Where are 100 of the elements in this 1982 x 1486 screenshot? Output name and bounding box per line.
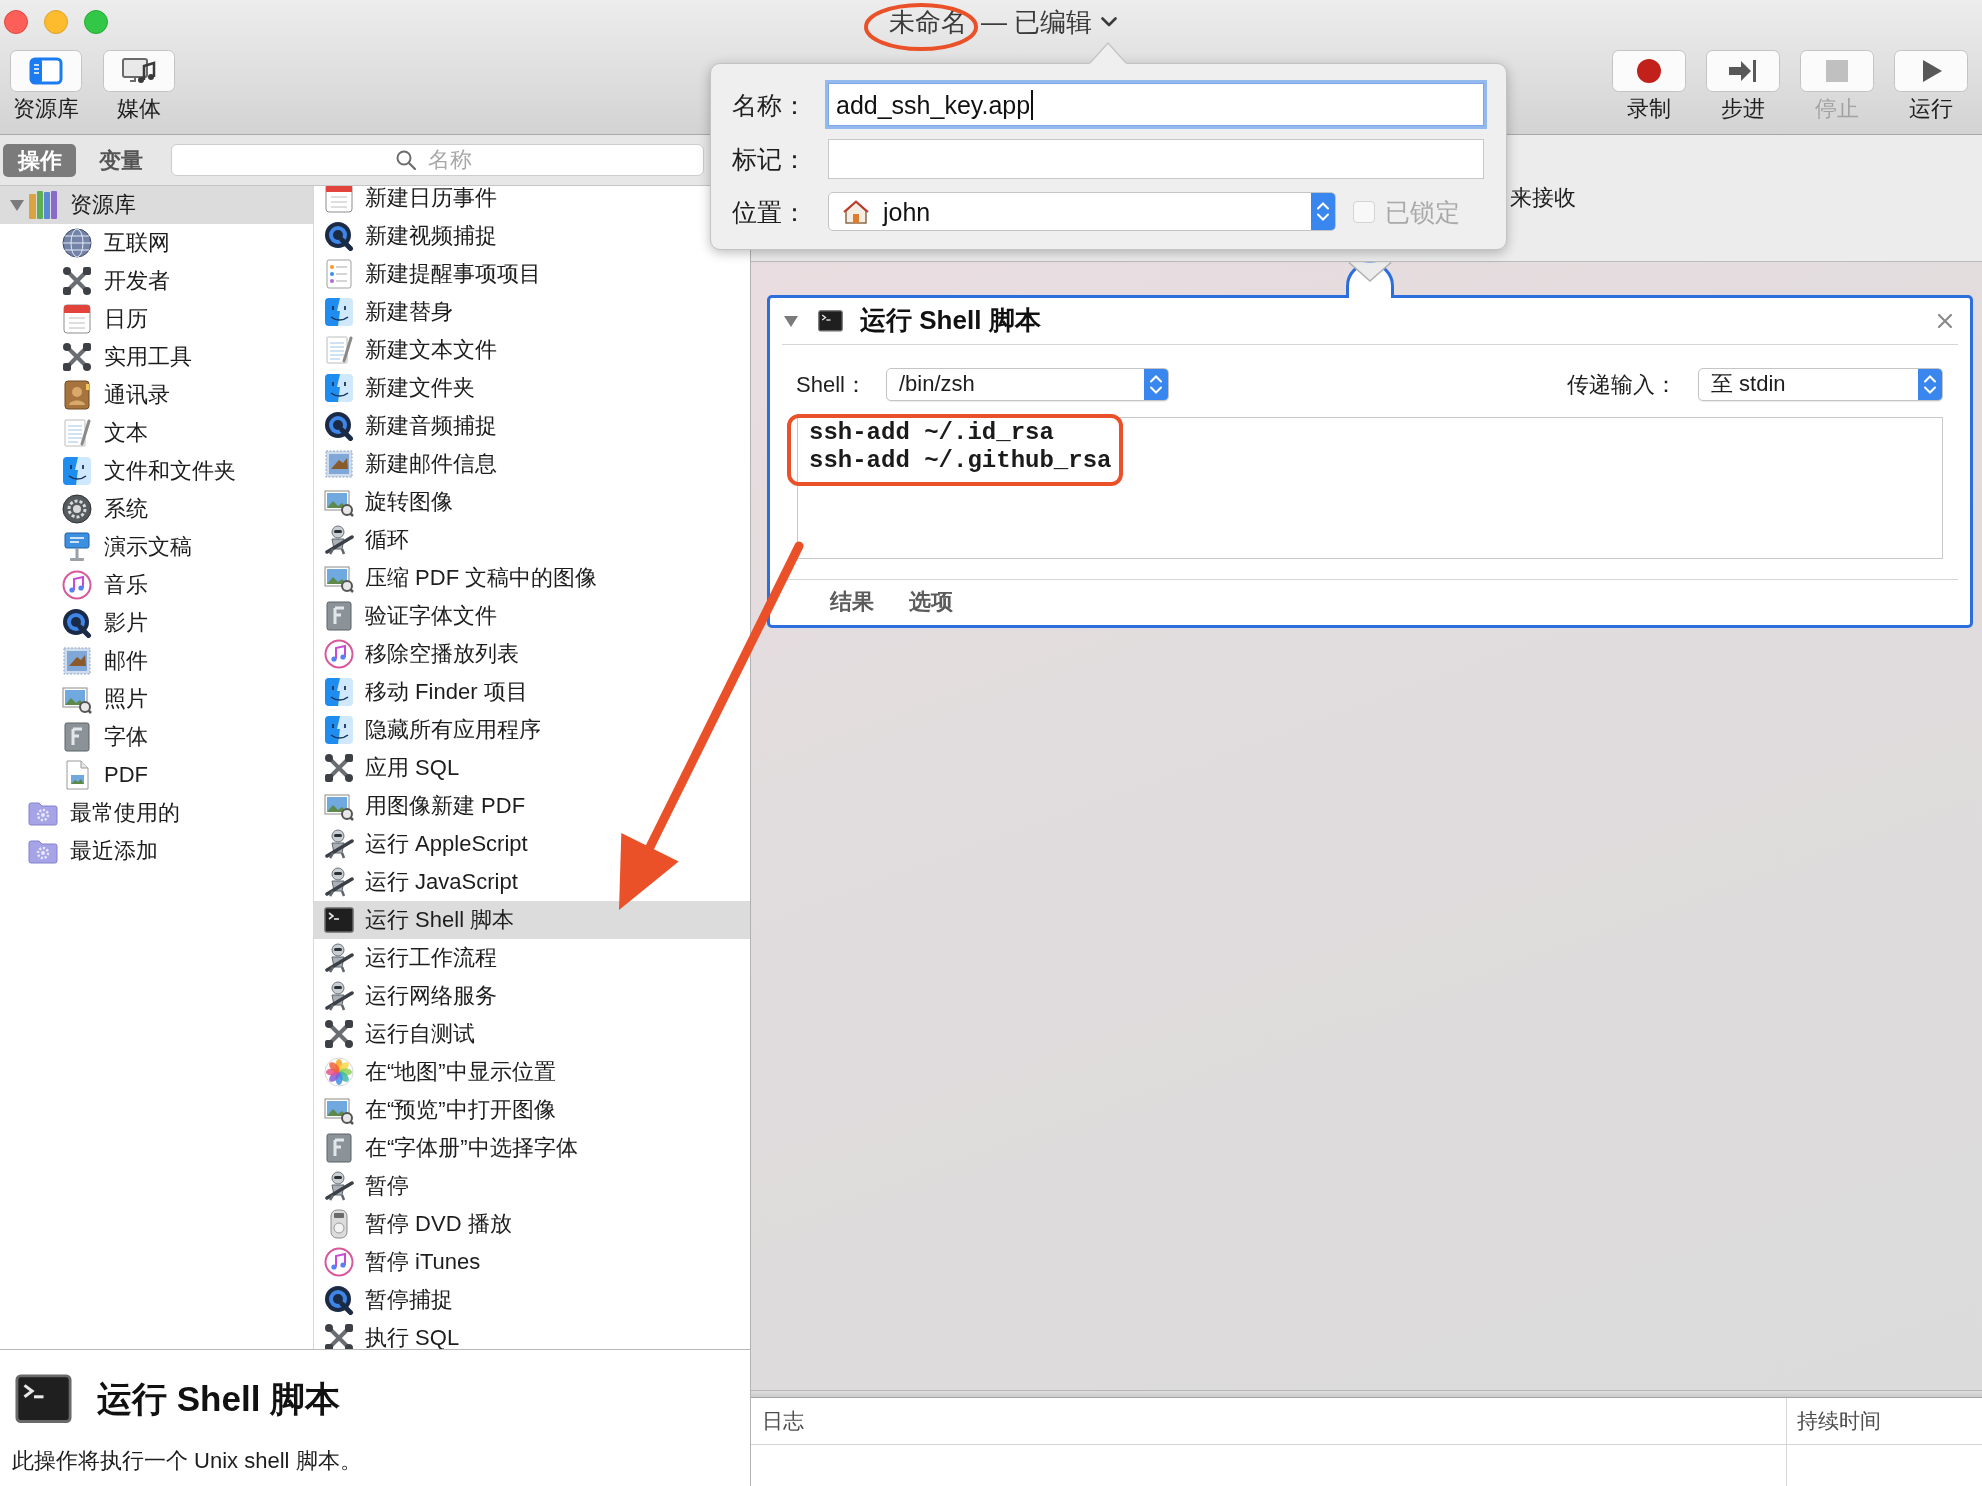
input-select[interactable]: 至 stdin bbox=[1698, 368, 1943, 401]
card-tab[interactable]: 选项 bbox=[909, 589, 953, 616]
run-button[interactable]: 运行 bbox=[1894, 50, 1968, 122]
action-item[interactable]: 隐藏所有应用程序 bbox=[314, 711, 750, 749]
action-item[interactable]: 在“地图”中显示位置 bbox=[314, 1053, 750, 1091]
window-close-icon[interactable] bbox=[4, 10, 28, 34]
record-button[interactable]: 录制 bbox=[1612, 50, 1686, 122]
face-tile-icon bbox=[324, 297, 354, 327]
action-item[interactable]: 验证字体文件 bbox=[314, 597, 750, 635]
stepper-icon[interactable] bbox=[1918, 369, 1942, 400]
action-item[interactable]: 运行 AppleScript bbox=[314, 825, 750, 863]
action-item[interactable]: 暂停 bbox=[314, 1167, 750, 1205]
script-editor[interactable]: ssh-add ~/.id_rsa ssh-add ~/.github_rsa bbox=[797, 417, 1943, 559]
action-item[interactable]: 暂停捕捉 bbox=[314, 1281, 750, 1319]
action-item[interactable]: 移动 Finder 项目 bbox=[314, 673, 750, 711]
action-item[interactable]: 旋转图像 bbox=[314, 483, 750, 521]
sidebar-item[interactable]: 开发者 bbox=[0, 262, 313, 300]
photo-magnifier-icon bbox=[324, 1095, 354, 1125]
sidebar-item[interactable]: 邮件 bbox=[0, 642, 313, 680]
sidebar-item[interactable]: 字体 bbox=[0, 718, 313, 756]
action-item[interactable]: 循环 bbox=[314, 521, 750, 559]
segment-tab[interactable]: 操作 bbox=[3, 143, 76, 177]
stepper-icon[interactable] bbox=[1311, 193, 1335, 230]
robot-icon bbox=[324, 867, 354, 897]
action-item[interactable]: 在“字体册”中选择字体 bbox=[314, 1129, 750, 1167]
sidebar-item[interactable]: 音乐 bbox=[0, 566, 313, 604]
action-item[interactable]: 用图像新建 PDF bbox=[314, 787, 750, 825]
action-item[interactable]: 新建文件夹 bbox=[314, 369, 750, 407]
sidebar-item[interactable]: 影片 bbox=[0, 604, 313, 642]
sidebar-item[interactable]: 资源库 bbox=[0, 186, 313, 224]
action-item[interactable]: 新建视频捕捉 bbox=[314, 217, 706, 255]
media-button[interactable]: 媒体 bbox=[103, 50, 175, 122]
search-field[interactable]: 名称 bbox=[171, 144, 704, 176]
sidebar-item[interactable]: 互联网 bbox=[0, 224, 313, 262]
location-select[interactable]: john bbox=[828, 192, 1336, 231]
action-item[interactable]: 运行网络服务 bbox=[314, 977, 750, 1015]
action-item[interactable]: 新建提醒事项项目 bbox=[314, 255, 750, 293]
action-item[interactable]: 应用 SQL bbox=[314, 749, 750, 787]
field-label: Shell： bbox=[796, 371, 867, 399]
action-item[interactable]: 运行 Shell 脚本 bbox=[314, 901, 750, 939]
stepper-icon[interactable] bbox=[1143, 369, 1168, 400]
sidebar-item[interactable]: 文件和文件夹 bbox=[0, 452, 313, 490]
bookshelf-icon bbox=[28, 190, 58, 220]
sidebar-item[interactable]: 最近添加 bbox=[0, 832, 313, 870]
calendar-icon bbox=[62, 304, 92, 334]
chevron-down-icon[interactable] bbox=[1101, 17, 1118, 27]
sidebar-item[interactable]: PDF bbox=[0, 756, 313, 794]
action-item[interactable]: 运行自测试 bbox=[314, 1015, 750, 1053]
split-bar[interactable] bbox=[751, 1390, 1982, 1398]
house-icon bbox=[843, 199, 869, 224]
action-item[interactable]: 暂停 DVD 播放 bbox=[314, 1205, 750, 1243]
disclosure-triangle-icon[interactable] bbox=[784, 314, 798, 328]
sidebar-item[interactable]: 日历 bbox=[0, 300, 313, 338]
column-header: 日志 bbox=[762, 1408, 804, 1434]
shell-select[interactable]: /bin/zsh bbox=[885, 368, 1169, 401]
action-item[interactable]: 压缩 PDF 文稿中的图像 bbox=[314, 559, 750, 597]
sidebar-item[interactable]: 最常使用的 bbox=[0, 794, 313, 832]
close-icon[interactable] bbox=[1937, 313, 1953, 329]
window-zoom-icon[interactable] bbox=[84, 10, 108, 34]
sidebar-item[interactable]: 演示文稿 bbox=[0, 528, 313, 566]
robot-icon bbox=[324, 943, 354, 973]
action-item[interactable]: 新建替身 bbox=[314, 293, 750, 331]
sidebar-item[interactable]: 系统 bbox=[0, 490, 313, 528]
action-item[interactable]: 新建邮件信息 bbox=[314, 445, 750, 483]
ring-icon bbox=[324, 411, 354, 441]
column-header: 持续时间 bbox=[1797, 1408, 1881, 1434]
field-label: 标记： bbox=[732, 144, 808, 174]
face-tile-icon bbox=[324, 715, 354, 745]
card-tab[interactable]: 结果 bbox=[830, 589, 874, 616]
segment-tab[interactable]: 变量 bbox=[84, 143, 157, 177]
field-label: 位置： bbox=[732, 196, 808, 227]
action-item[interactable]: 新建日历事件 bbox=[314, 186, 706, 217]
sidebar-icon bbox=[10, 50, 82, 92]
action-item[interactable]: 新建音频捕捉 bbox=[314, 407, 750, 445]
window-minimize-icon[interactable] bbox=[44, 10, 68, 34]
photo-magnifier-icon bbox=[324, 563, 354, 593]
action-item[interactable]: 暂停 iTunes bbox=[314, 1243, 750, 1281]
action-item[interactable]: 在“预览”中打开图像 bbox=[314, 1091, 750, 1129]
tags-field[interactable] bbox=[828, 139, 1484, 179]
play-icon bbox=[1894, 50, 1968, 92]
step-button[interactable]: 步进 bbox=[1706, 50, 1780, 122]
action-title: 运行 Shell 脚本 bbox=[860, 305, 1041, 337]
action-item[interactable]: 运行工作流程 bbox=[314, 939, 750, 977]
sidebar-item[interactable]: 照片 bbox=[0, 680, 313, 718]
checklist-icon bbox=[324, 259, 354, 289]
checkbox-label: 已锁定 bbox=[1385, 196, 1460, 227]
sidebar-item[interactable]: 文本 bbox=[0, 414, 313, 452]
music-note-icon bbox=[62, 570, 92, 600]
disclosure-triangle-icon[interactable] bbox=[10, 198, 24, 212]
action-item[interactable]: 执行 SQL bbox=[314, 1319, 750, 1349]
sidebar-item[interactable]: 实用工具 bbox=[0, 338, 313, 376]
name-field[interactable]: add_ssh_key.app bbox=[828, 83, 1484, 126]
font-tile-icon bbox=[62, 722, 92, 752]
music-note-icon bbox=[324, 1247, 354, 1277]
library-button[interactable]: 资源库 bbox=[10, 50, 82, 122]
action-item[interactable]: 运行 JavaScript bbox=[314, 863, 750, 901]
action-item[interactable]: 新建文本文件 bbox=[314, 331, 750, 369]
sidebar-item[interactable]: 通讯录 bbox=[0, 376, 313, 414]
photo-magnifier-icon bbox=[324, 487, 354, 517]
action-item[interactable]: 移除空播放列表 bbox=[314, 635, 750, 673]
